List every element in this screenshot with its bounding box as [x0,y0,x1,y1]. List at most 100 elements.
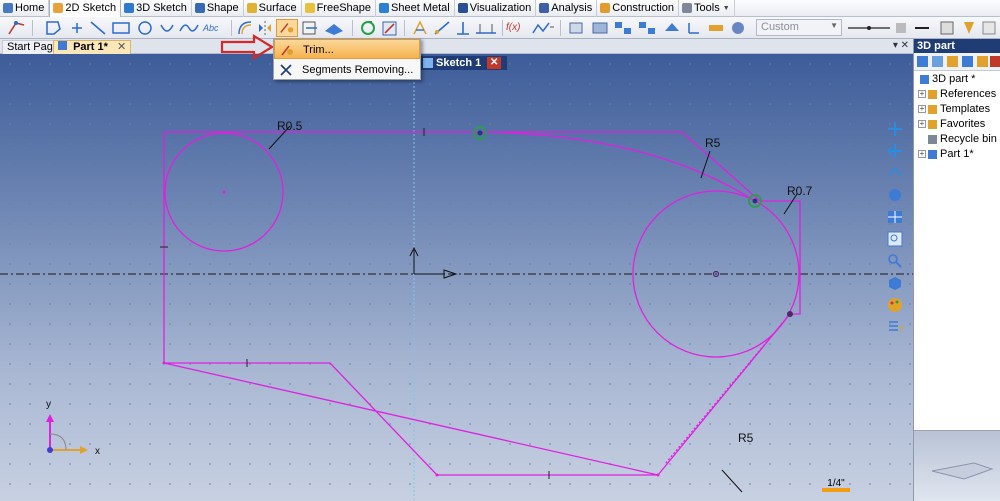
panel-tool-icon[interactable] [931,55,944,68]
formula-tool-label: f(x) [506,22,521,33]
layers-tool-icon[interactable] [636,19,658,37]
panel-tool-icon[interactable] [961,55,974,68]
preview-shape [931,462,994,480]
dimension-label: R5 [738,431,754,445]
add-point-icon[interactable] [886,120,904,138]
tab-surface-label: Surface [258,2,297,14]
sketch-1-label[interactable]: Sketch 1 ✕ [421,56,508,70]
rotate-view-icon[interactable] [886,164,904,182]
shape-icon [194,3,205,13]
circle-tool-icon[interactable] [136,19,154,37]
fillet-tool-icon[interactable] [6,19,28,37]
tab-construction[interactable]: Construction [597,0,680,17]
line-pattern-icon[interactable] [894,19,908,37]
dimension-tool-icon[interactable] [410,19,430,37]
point-tool-icon[interactable] [68,19,86,37]
tab-home[interactable]: Home [0,0,50,17]
rectangle-tool-icon[interactable] [110,19,132,37]
horizontal-constraint-icon[interactable] [432,19,452,37]
panel-tool-icon[interactable] [989,55,1000,68]
trim-icon [281,45,293,56]
line-width-icon[interactable] [912,19,932,37]
color-tool-icon[interactable] [728,19,748,37]
extend-tool-icon[interactable] [300,19,320,37]
tree-item-references[interactable]: + References [918,87,996,101]
line-tool-icon[interactable] [88,19,108,37]
spline-tool-icon[interactable] [178,19,200,37]
templates-icon [928,104,937,114]
expand-icon[interactable]: + [918,105,926,113]
red-callout-arrow [220,34,274,60]
line-style-dropdown[interactable]: Custom ▼ [756,19,842,36]
tab-part-1[interactable]: Part 1* ✕ [53,40,132,54]
view-cube-icon[interactable] [886,274,904,292]
model-tree-panel: 3D part 3D part * + References + Templat… [913,39,1000,501]
expand-icon[interactable]: + [918,150,926,158]
formula-tool-button[interactable]: f(x) [506,19,530,37]
arc-tool-icon[interactable] [158,19,176,37]
palette-icon[interactable] [886,296,904,314]
sketch-toolbar: Abc f(x) Custom ▼ [0,17,1000,39]
tab-visualization[interactable]: Visualization [455,0,537,17]
trim-tool-icon[interactable] [276,19,298,37]
snap-tool-icon[interactable] [566,19,586,37]
tab-3d-sketch[interactable]: 3D Sketch [121,0,192,17]
menu-item-trim[interactable]: Trim... [274,39,420,59]
dimension-label: R0.7 [787,184,813,198]
rebuild-tool-icon[interactable] [358,19,378,37]
grid-tool-icon[interactable] [612,19,634,37]
panel-tool-icon[interactable] [976,55,989,68]
close-icon[interactable]: ✕ [117,41,126,53]
orbit-icon[interactable] [886,186,904,204]
analysis-icon [539,3,550,13]
chevron-down-icon: ▼ [722,4,730,12]
text-color-icon[interactable] [980,19,998,37]
project-tool-icon[interactable] [380,19,400,37]
tab-tools[interactable]: Tools ▼ [679,0,735,17]
view-tool-icon[interactable] [590,19,610,37]
tab-surface[interactable]: Surface [244,0,302,17]
constraint-tool-icon[interactable] [322,19,346,37]
tab-2d-sketch[interactable]: 2D Sketch [49,0,122,17]
zoom-window-icon[interactable] [886,230,904,248]
line-style-value: Custom [761,21,799,33]
close-sketch-button[interactable]: ✕ [487,57,502,69]
sketch-viewport[interactable]: R0.5 R5 R0.7 R5 y x Sketch 1 ✕ ? 1/4" [0,54,913,501]
tab-sheet-metal[interactable]: Sheet Metal [376,0,455,17]
line-type-selector[interactable] [846,19,892,37]
parameters-tool-icon[interactable] [530,19,556,37]
tree-item-templates[interactable]: + Templates [918,102,990,116]
tab-list-controls[interactable]: ▾ ✕ [893,40,909,51]
scale-value: 1/4" [827,478,845,489]
tree-item-3d-part[interactable]: 3D part * [920,72,975,86]
construction-icon [600,3,611,13]
trim-dropdown-menu: Trim... Segments Removing... [273,38,421,80]
expand-icon[interactable]: + [918,120,926,128]
tree-item-part-1[interactable]: + Part 1* [918,147,974,161]
panel-tool-icon[interactable] [946,55,959,68]
menu-item-segments-removing[interactable]: Segments Removing... [274,60,420,80]
sketch-canvas[interactable]: R0.5 R5 R0.7 R5 y x [0,54,913,501]
views-grid-icon[interactable] [886,208,904,226]
lower-right-edge-line [657,313,791,476]
baseline-constraint-icon[interactable] [474,19,498,37]
fill-color-icon[interactable] [960,19,978,37]
perpendicular-constraint-icon[interactable] [454,19,472,37]
polyline-tool-icon[interactable] [44,19,64,37]
tangent-point [477,130,483,136]
color-swatch-icon[interactable] [938,19,956,37]
tree-item-favorites[interactable]: + Favorites [918,117,985,131]
pan-icon[interactable] [886,142,904,160]
tab-freeshape[interactable]: FreeShape [302,0,377,17]
zoom-icon[interactable] [886,252,904,270]
workplane-tool-icon[interactable] [662,19,682,37]
measure-tool-icon[interactable] [706,19,726,37]
menu-item-segments-removing-label: Segments Removing... [302,64,414,76]
tab-analysis[interactable]: Analysis [536,0,598,17]
tree-item-recycle-bin[interactable]: Recycle bin [928,132,997,146]
panel-tool-icon[interactable] [916,55,929,68]
help-icon[interactable]: ? [886,318,904,336]
expand-icon[interactable]: + [918,90,926,98]
coordinate-system-icon[interactable] [684,19,704,37]
tab-shape[interactable]: Shape [192,0,244,17]
